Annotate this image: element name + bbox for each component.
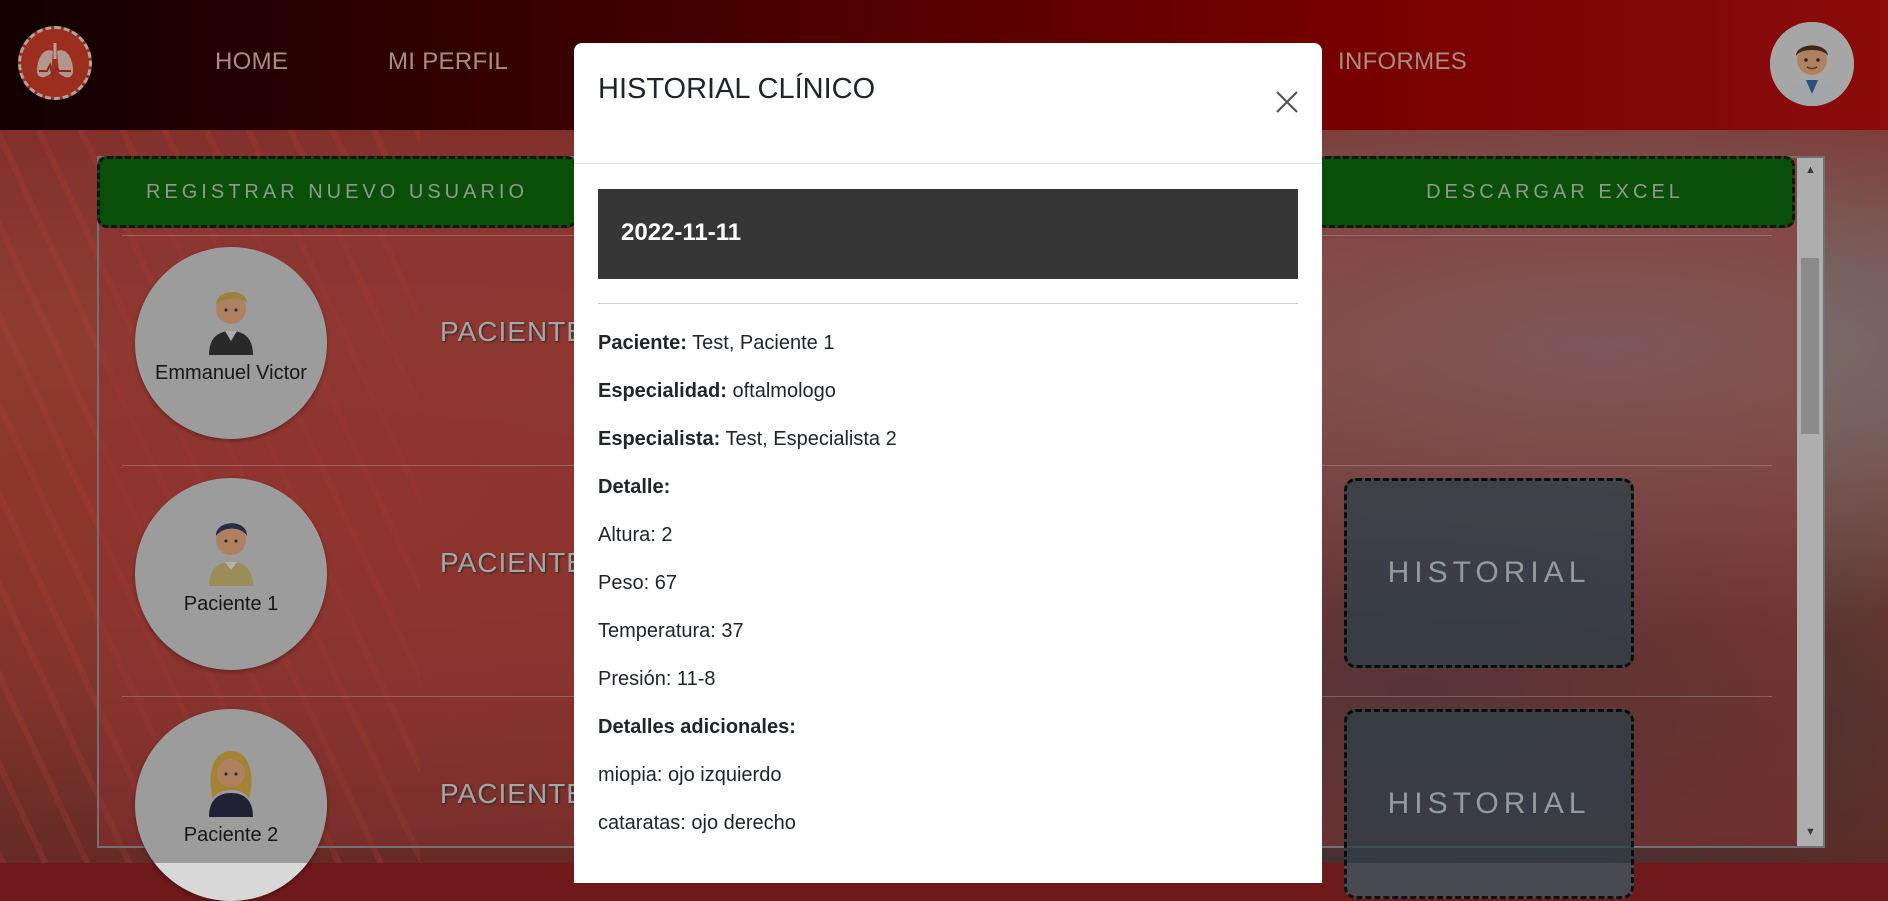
modal-title: HISTORIAL CLÍNICO [598,73,876,105]
specialty-field: Especialidad: oftalmologo [598,380,836,403]
divider [598,303,1298,304]
record-date-header: 2022-11-11 [598,189,1298,279]
weight-value: Peso: 67 [598,572,677,594]
height-value: Altura: 2 [598,524,673,546]
record-date: 2022-11-11 [621,219,742,246]
specialty-field-label: Especialidad: [598,380,727,402]
myopia-detail: miopia: ojo izquierdo [598,764,782,786]
pressure-value: Presión: 11-8 [598,668,716,690]
additional-details-heading: Detalles adicionales: [598,716,796,739]
patient-field-label: Paciente: [598,332,687,354]
patient-field-value: Test, Paciente 1 [692,332,835,354]
patient-field: Paciente: Test, Paciente 1 [598,332,834,355]
specialty-field-value: oftalmologo [732,380,836,402]
specialist-field: Especialista: Test, Especialista 2 [598,428,897,451]
temperature-value: Temperatura: 37 [598,620,744,642]
specialist-field-value: Test, Especialista 2 [725,428,897,450]
close-icon[interactable] [1274,89,1300,115]
modal-header-divider [574,163,1322,164]
detail-heading-label: Detalle: [598,476,671,498]
cataracts-detail: cataratas: ojo derecho [598,812,796,834]
additional-details-label: Detalles adicionales: [598,716,796,738]
clinical-history-modal: HISTORIAL CLÍNICO 2022-11-11 Paciente: T… [574,43,1322,883]
specialist-field-label: Especialista: [598,428,721,450]
detail-heading: Detalle: [598,476,670,499]
